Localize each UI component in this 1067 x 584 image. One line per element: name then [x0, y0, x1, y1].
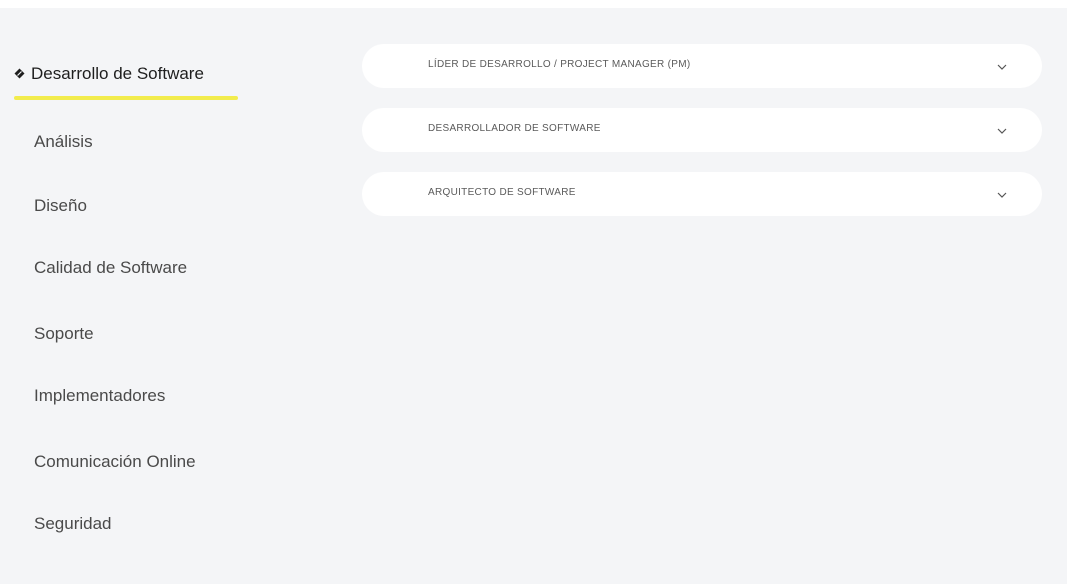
page-frame: Desarrollo de Software Análisis Diseño C… — [0, 8, 1067, 584]
sidebar-item-label: Implementadores — [34, 386, 166, 405]
sidebar-item-label: Diseño — [34, 196, 87, 215]
sidebar-item-label: Desarrollo de Software — [31, 64, 204, 83]
active-underline — [14, 96, 238, 100]
sidebar-item-label: Comunicación Online — [34, 452, 196, 471]
role-accordion: LÍDER DE DESARROLLO / PROJECT MANAGER (P… — [362, 44, 1042, 236]
accordion-item-label: DESARROLLADOR DE SOFTWARE — [428, 123, 601, 134]
accordion-item-label: LÍDER DE DESARROLLO / PROJECT MANAGER (P… — [428, 59, 691, 70]
sidebar-item-implementadores[interactable]: Implementadores — [34, 386, 165, 406]
sidebar: Desarrollo de Software Análisis Diseño C… — [0, 8, 320, 584]
chevron-down-icon[interactable] — [996, 124, 1008, 136]
sidebar-item-label: Calidad de Software — [34, 258, 188, 277]
sidebar-item-label: Análisis — [34, 132, 93, 151]
sidebar-item-comunicacion-online[interactable]: Comunicación Online — [34, 452, 196, 472]
sidebar-item-analisis[interactable]: Análisis — [34, 132, 93, 152]
accordion-item-arquitecto-de-software[interactable]: ARQUITECTO DE SOFTWARE — [362, 172, 1042, 216]
accordion-item-lider-de-desarrollo[interactable]: LÍDER DE DESARROLLO / PROJECT MANAGER (P… — [362, 44, 1042, 88]
sidebar-item-diseno[interactable]: Diseño — [34, 196, 87, 216]
diamond-bullet-icon — [14, 64, 25, 84]
chevron-down-icon[interactable] — [996, 188, 1008, 200]
sidebar-item-calidad-de-software[interactable]: Calidad de Software — [34, 258, 187, 278]
accordion-item-label: ARQUITECTO DE SOFTWARE — [428, 187, 576, 198]
sidebar-item-label: Seguridad — [34, 514, 112, 533]
sidebar-item-seguridad[interactable]: Seguridad — [34, 514, 112, 534]
sidebar-item-desarrollo-de-software[interactable]: Desarrollo de Software — [14, 64, 204, 85]
accordion-item-desarrollador-de-software[interactable]: DESARROLLADOR DE SOFTWARE — [362, 108, 1042, 152]
sidebar-item-soporte[interactable]: Soporte — [34, 324, 94, 344]
chevron-down-icon[interactable] — [996, 60, 1008, 72]
sidebar-item-label: Soporte — [34, 324, 94, 343]
